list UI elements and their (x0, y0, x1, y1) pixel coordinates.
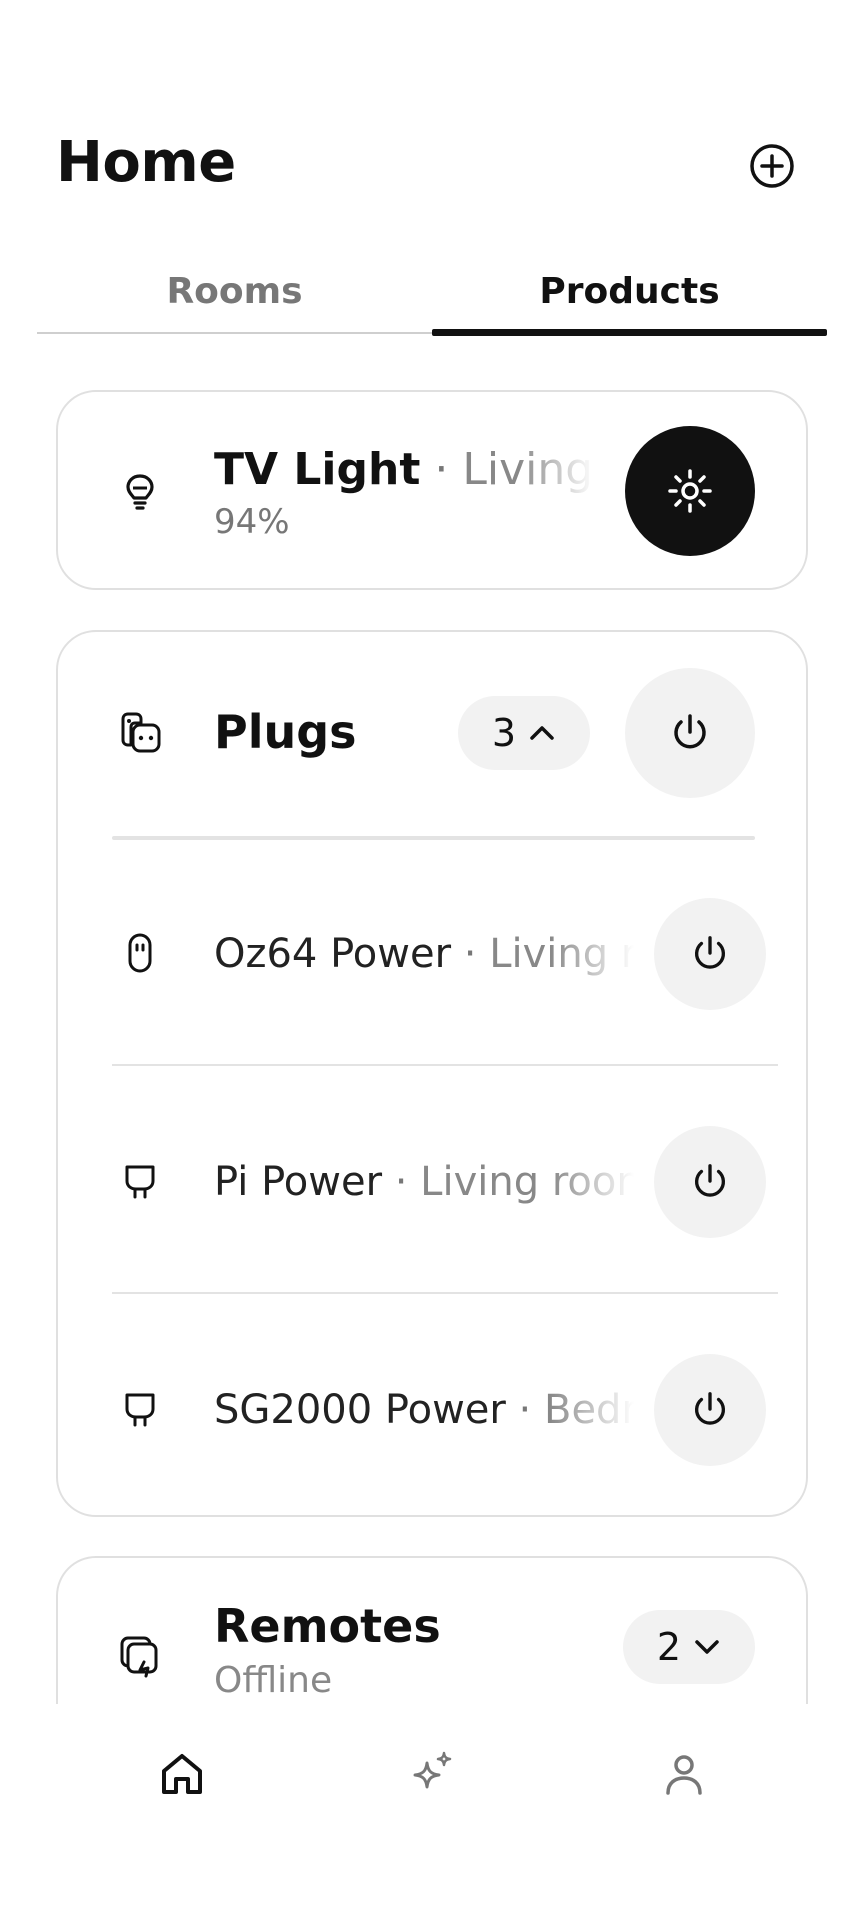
group-status: Offline (214, 1660, 333, 1701)
plug-room: Living room (489, 931, 634, 977)
bulb-icon (112, 464, 168, 520)
nav-ideas[interactable] (402, 1744, 462, 1804)
list-item-plug[interactable]: Oz64 Power · Living room (112, 840, 778, 1066)
tv-light-title-line: TV Light · Living room (214, 442, 594, 498)
plug-name: SG2000 Power (214, 1387, 506, 1433)
tab-selected-indicator (432, 329, 827, 336)
list-item-plug[interactable]: SG2000 Power · Bedroom (112, 1296, 778, 1522)
power-icon (694, 936, 726, 969)
brightness-status: 94% (214, 502, 290, 542)
chevron-up-icon (530, 726, 554, 740)
smart-plug-icon (112, 925, 168, 981)
plug-icon (112, 1153, 168, 1209)
plus-circle-icon (750, 144, 794, 188)
home-icon (162, 1754, 202, 1794)
row-divider (112, 1292, 778, 1294)
sparkle-icon (413, 1751, 452, 1789)
group-count-expand-button[interactable]: 2 (623, 1610, 755, 1684)
page-title: Home (56, 130, 236, 195)
nav-home[interactable] (152, 1744, 212, 1804)
add-button[interactable] (746, 140, 798, 192)
plug-row-text: SG2000 Power · Bedroom (214, 1384, 634, 1436)
group-count: 3 (491, 711, 517, 755)
device-name: TV Light (214, 444, 421, 495)
group-count: 2 (656, 1625, 682, 1669)
plug-power-button[interactable] (654, 898, 766, 1010)
group-power-button[interactable] (625, 668, 755, 798)
row-divider (112, 1064, 778, 1066)
device-group-card-plugs: Plugs 3 Oz64 Power · Living room (56, 630, 808, 1517)
tab-rooms[interactable]: Rooms (37, 248, 432, 334)
power-icon (674, 714, 706, 749)
tab-bar: Rooms Products (37, 248, 827, 336)
plug-row-text: Oz64 Power · Living room (214, 928, 634, 980)
plug-name: Pi Power (214, 1159, 383, 1205)
tab-products[interactable]: Products (432, 248, 827, 334)
plug-power-button[interactable] (654, 1354, 766, 1466)
app-header: Home (0, 0, 864, 230)
power-icon (694, 1164, 726, 1197)
tv-light-text: TV Light · Living room 94% (214, 442, 594, 544)
plug-room: Living room (420, 1159, 634, 1205)
separator: · (505, 1387, 544, 1433)
plug-row-text: Pi Power · Living room (214, 1156, 634, 1208)
separator: · (451, 931, 490, 977)
separator: · (382, 1159, 421, 1205)
person-icon (666, 1755, 702, 1795)
bottom-navigation (0, 1704, 864, 1920)
device-card-tv-light[interactable]: TV Light · Living room 94% (56, 390, 808, 590)
separator: · (420, 444, 463, 495)
plug-room: Bedroom (544, 1387, 634, 1433)
group-title: Remotes (214, 1599, 441, 1653)
group-title: Plugs (214, 705, 357, 759)
group-count-collapse-button[interactable]: 3 (458, 696, 590, 770)
power-icon (694, 1392, 726, 1425)
plug-power-button[interactable] (654, 1126, 766, 1238)
plug-icon (112, 1381, 168, 1437)
device-room: Living room (462, 444, 594, 495)
sun-icon (668, 469, 712, 513)
light-toggle-button[interactable] (625, 426, 755, 556)
remote-icon (112, 1628, 168, 1684)
nav-profile[interactable] (654, 1744, 714, 1804)
chevron-down-icon (695, 1640, 719, 1654)
plug-name: Oz64 Power (214, 931, 452, 977)
list-item-plug[interactable]: Pi Power · Living room (112, 1068, 778, 1294)
plug-group-icon (112, 705, 168, 761)
